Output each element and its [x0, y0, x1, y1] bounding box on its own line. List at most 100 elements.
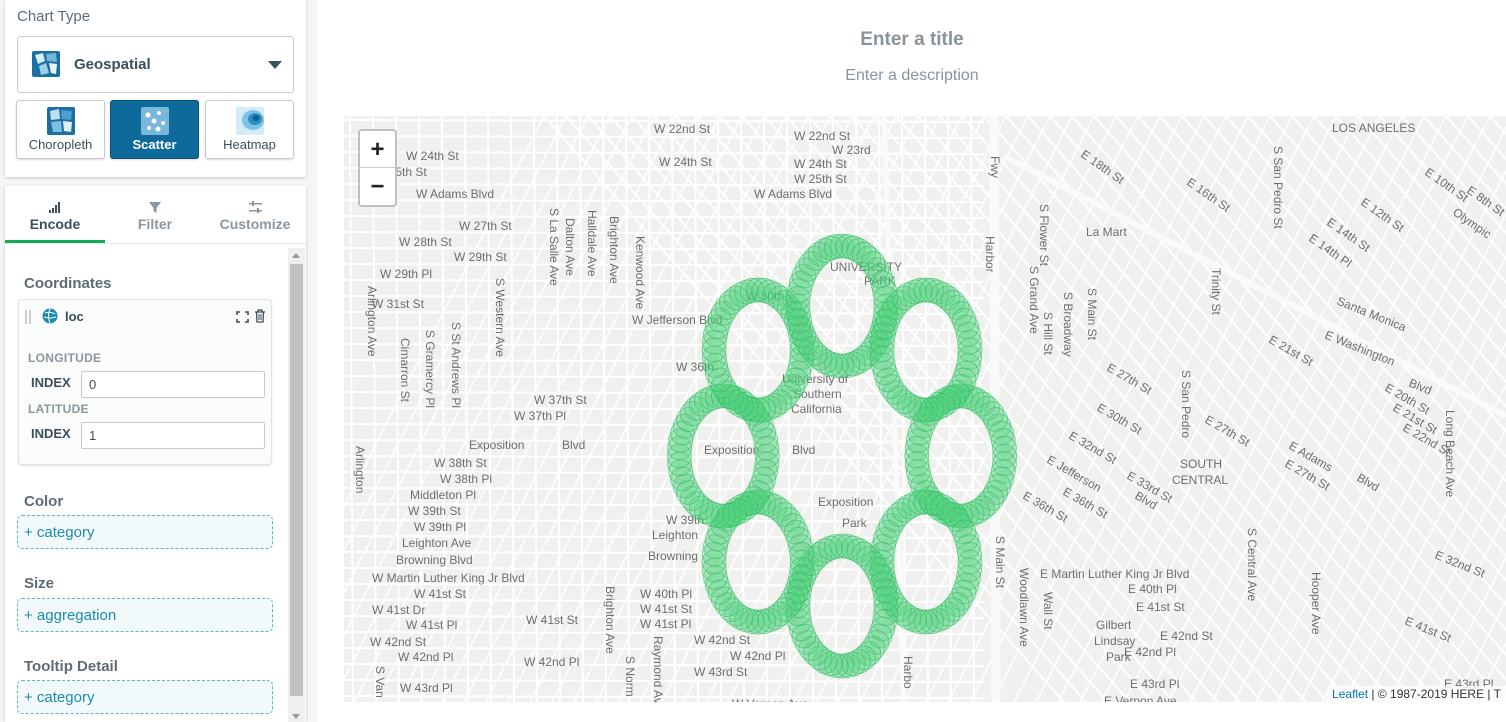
tab-encode[interactable]: Encode: [5, 186, 105, 243]
heatmap-button[interactable]: Heatmap: [205, 100, 294, 159]
map-label: S St Andrews Pl: [449, 322, 463, 408]
scroll-down-icon[interactable]: [292, 714, 300, 719]
map-label: Hooper Ave: [1309, 572, 1323, 635]
map-label: W 24th St: [794, 157, 847, 171]
map-label: Brighton Ave: [603, 586, 617, 654]
tab-filter-label: Filter: [137, 216, 173, 232]
map-label: S San Pedro: [1179, 370, 1193, 438]
leaflet-link[interactable]: Leaflet: [1332, 687, 1368, 701]
map-label: Exposition: [704, 443, 759, 457]
map-label: W 40th Pl: [640, 587, 692, 601]
color-drop-zone[interactable]: + category: [17, 515, 273, 549]
map-label: S Main St: [993, 536, 1007, 589]
map-label: W 23rd: [832, 143, 871, 157]
zoom-out-button[interactable]: −: [360, 168, 395, 205]
scroll-up-icon[interactable]: [292, 253, 300, 258]
tabs-divider: [5, 243, 306, 244]
map-label: W 24th St: [406, 149, 459, 163]
map-label: Gilbert: [1096, 618, 1132, 632]
map-label: S Van: [373, 666, 387, 698]
map-label: W 41st Pl: [640, 617, 691, 631]
map-label: S Grand Ave: [1027, 266, 1041, 334]
map-label: W 28th St: [399, 235, 452, 249]
map-label: W 38th Pl: [440, 472, 492, 486]
map-label: W 41st St: [414, 587, 467, 601]
map-label: Arlington Ave: [365, 286, 379, 357]
coordinates-field-card: loc LONGITUDE INDEX LATITUDE INDEX: [18, 299, 272, 465]
heatmap-label: Heatmap: [223, 137, 276, 152]
scatter-point[interactable]: [957, 329, 982, 355]
size-title: Size: [24, 575, 55, 592]
map-label: W 22nd St: [794, 129, 851, 143]
map-label: Brighton Ave: [607, 216, 621, 284]
expand-icon[interactable]: [236, 311, 249, 323]
map-label: W 29th Pl: [380, 267, 432, 281]
map-label: Exposition: [469, 438, 524, 452]
sliders-icon: [249, 201, 262, 213]
zoom-in-button[interactable]: +: [360, 131, 395, 168]
map-label: E 40th Pl: [1128, 582, 1177, 596]
map-label: W 42nd St: [370, 635, 427, 649]
map-label: S Gramercy Pl: [423, 330, 437, 408]
longitude-index-input[interactable]: [81, 371, 265, 398]
chart-title[interactable]: Enter a title: [318, 29, 1506, 51]
map-label: S Broadway: [1061, 292, 1075, 357]
map-label: W 41st St: [640, 602, 693, 616]
app-root: Chart Type Geospatial Choropleth Scatter…: [0, 0, 1506, 722]
scrollbar-thumb[interactable]: [290, 264, 303, 696]
chart-type-dropdown[interactable]: Geospatial: [17, 36, 294, 93]
map-label: W 29th St: [454, 250, 507, 264]
street-line: [1013, 116, 1315, 702]
map-label: E 27th St: [1105, 360, 1155, 397]
chart-description[interactable]: Enter a description: [318, 67, 1506, 85]
scatter-point[interactable]: [789, 541, 815, 567]
street-line: [344, 407, 985, 411]
map-label: Browning Blvd: [396, 553, 473, 567]
scatter-point[interactable]: [991, 435, 1017, 461]
latitude-index-input[interactable]: [81, 422, 265, 449]
map-label: Middleton Pl: [410, 488, 476, 502]
tab-filter[interactable]: Filter: [105, 186, 205, 243]
latitude-index-label: INDEX: [31, 426, 71, 441]
longitude-index-label: INDEX: [31, 375, 71, 390]
geospatial-icon: [32, 51, 60, 77]
tooltip-drop-zone[interactable]: + category: [17, 680, 273, 714]
map-label: Leighton: [652, 528, 698, 542]
map-label: E 41st St: [1136, 600, 1185, 614]
map-label: W 42nd St: [694, 633, 751, 647]
map-label: E 16th St: [1184, 175, 1233, 215]
map-label: W 39th St: [408, 504, 461, 518]
scrollbar[interactable]: [288, 248, 305, 722]
map[interactable]: W 22nd St W 22nd St W 23rd W 24th St W 24th …: [344, 116, 1506, 702]
map-label: Cimarron St: [398, 338, 412, 403]
map-label: S Central Ave: [1245, 528, 1259, 601]
tab-customize[interactable]: Customize: [205, 186, 305, 243]
size-drop-zone[interactable]: + aggregation: [17, 598, 273, 632]
map-attribution: Leaflet | © 1987-2019 HERE | T: [1327, 686, 1506, 702]
encode-panel: Encode Filter Customize Coordinates loc: [5, 186, 306, 722]
road-line: [1002, 153, 1506, 419]
map-label: Browning: [648, 549, 698, 563]
drag-handle-icon[interactable]: [25, 310, 31, 324]
map-label: W 42nd Pl: [398, 650, 453, 664]
map-label: W Adams Blvd: [754, 187, 832, 201]
map-label: W 41st Pl: [406, 618, 457, 632]
map-label: S La Salle Ave: [547, 208, 561, 286]
map-label: Arlington: [353, 446, 367, 493]
map-label: W 43rd St: [694, 665, 748, 679]
street-line: [344, 135, 985, 139]
scatter-point[interactable]: [754, 435, 780, 461]
scatter-point[interactable]: [957, 541, 982, 567]
selected-chart-type: Geospatial: [74, 56, 151, 73]
map-label: S Norm: [623, 656, 637, 697]
map-label: E 42nd Pl: [1124, 645, 1176, 659]
map-label: Blvd: [1355, 470, 1382, 494]
choropleth-button[interactable]: Choropleth: [16, 100, 105, 159]
coordinates-title: Coordinates: [24, 275, 112, 292]
scatter-button[interactable]: Scatter: [110, 100, 199, 159]
scatter-icon: [140, 107, 169, 135]
trash-icon[interactable]: [254, 309, 266, 323]
map-label: E Martin Luther King Jr Blvd: [1040, 567, 1189, 581]
map-label: S Main St: [1085, 288, 1099, 341]
scatter-point[interactable]: [873, 585, 899, 611]
